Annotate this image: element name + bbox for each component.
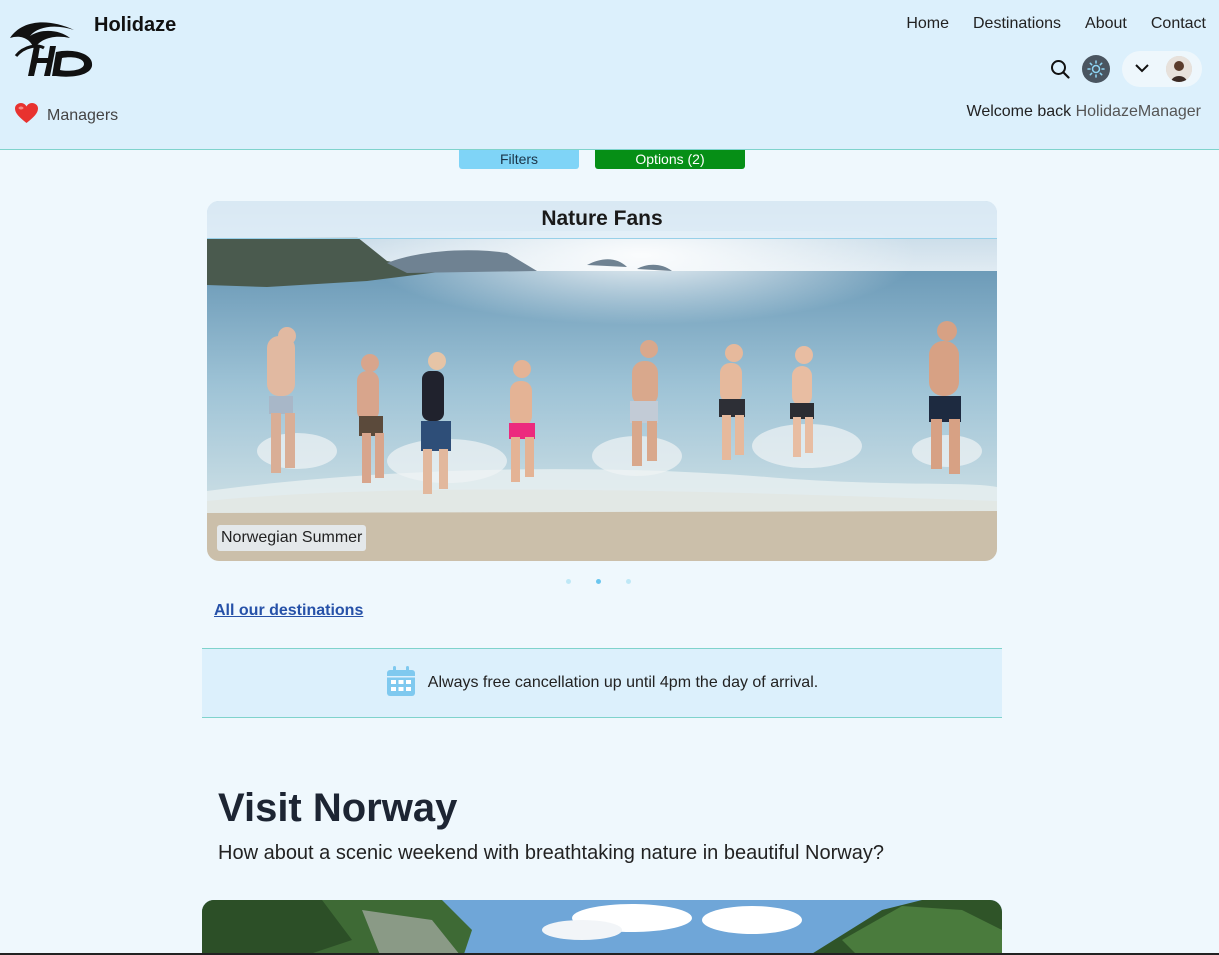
nav-destinations[interactable]: Destinations bbox=[973, 15, 1061, 33]
managers-label: Managers bbox=[47, 106, 119, 124]
section-title: Visit Norway bbox=[218, 786, 458, 830]
featured-carousel[interactable]: Nature Fans Norwegian Summer bbox=[207, 201, 997, 561]
section-subtitle: How about a scenic weekend with breathta… bbox=[218, 842, 884, 864]
nav-contact[interactable]: Contact bbox=[1151, 15, 1206, 33]
user-menu-button[interactable] bbox=[1122, 51, 1202, 87]
chevron-down-icon bbox=[1134, 60, 1150, 78]
filters-button[interactable]: Filters bbox=[459, 150, 579, 169]
theme-toggle-sun-icon[interactable] bbox=[1082, 55, 1110, 83]
options-button[interactable]: Options (2) bbox=[595, 150, 745, 169]
site-header: Holidaze Home Destinations About Contact bbox=[0, 0, 1219, 150]
search-icon[interactable] bbox=[1048, 57, 1072, 81]
nav-home[interactable]: Home bbox=[906, 15, 949, 33]
fjord-image[interactable] bbox=[202, 900, 1002, 955]
main-nav: Home Destinations About Contact bbox=[906, 15, 1206, 33]
heart-icon bbox=[14, 102, 39, 129]
carousel-dot-2[interactable] bbox=[596, 579, 601, 584]
all-destinations-link[interactable]: All our destinations bbox=[214, 602, 363, 620]
cancellation-notice: Always free cancellation up until 4pm th… bbox=[202, 648, 1002, 718]
carousel-indicators bbox=[566, 579, 631, 584]
slide-caption: Norwegian Summer bbox=[217, 525, 367, 551]
nav-about[interactable]: About bbox=[1085, 15, 1127, 33]
calendar-icon bbox=[386, 665, 416, 702]
hd-logo-icon[interactable] bbox=[8, 16, 94, 80]
welcome-prefix: Welcome back bbox=[966, 103, 1072, 120]
welcome-username: HolidazeManager bbox=[1075, 103, 1201, 120]
brand-name[interactable]: Holidaze bbox=[94, 14, 176, 37]
slide-title: Nature Fans bbox=[207, 201, 997, 239]
welcome-message: Welcome back HolidazeManager bbox=[967, 103, 1202, 121]
notice-text: Always free cancellation up until 4pm th… bbox=[427, 674, 819, 691]
avatar bbox=[1166, 56, 1192, 82]
slide-image bbox=[207, 201, 997, 561]
managers-link[interactable]: Managers bbox=[14, 102, 118, 129]
carousel-dot-1[interactable] bbox=[566, 579, 571, 584]
carousel-dot-3[interactable] bbox=[626, 579, 631, 584]
